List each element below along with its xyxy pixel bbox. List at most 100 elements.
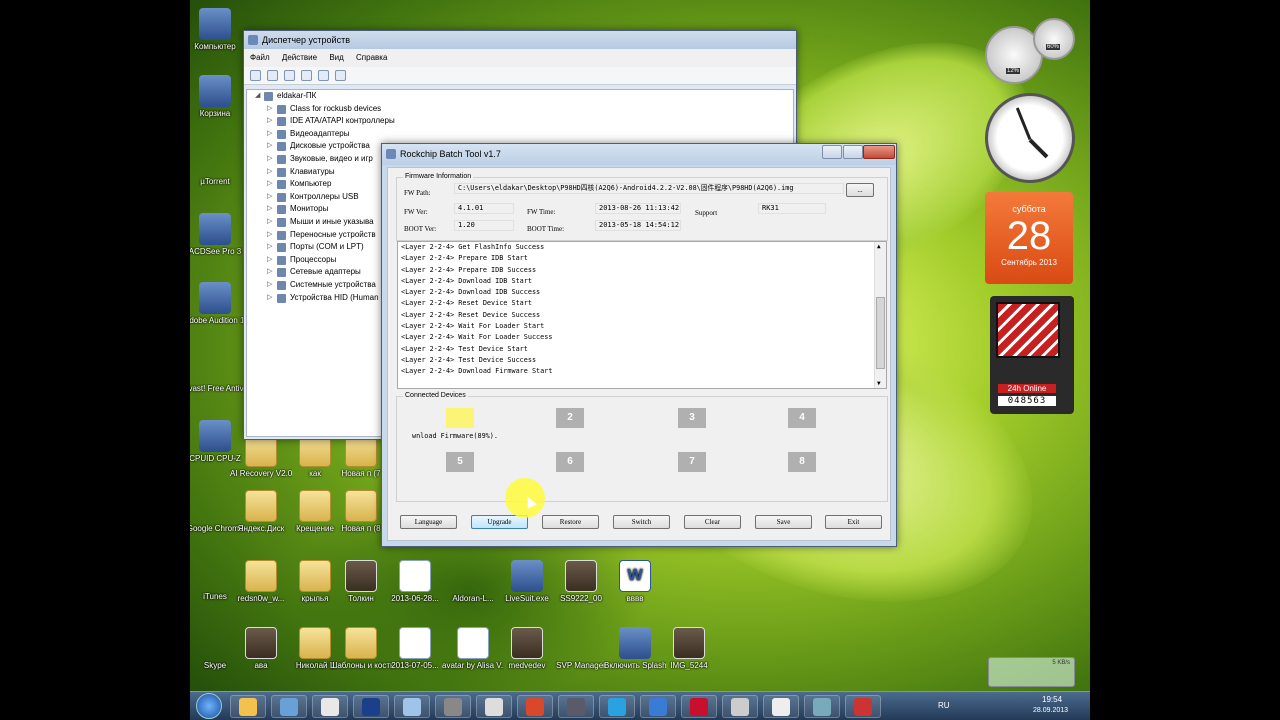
expand-icon[interactable]: ▷ <box>267 241 272 254</box>
desktop-icon[interactable]: вввв <box>604 560 666 604</box>
expand-icon[interactable]: ▷ <box>267 216 272 229</box>
start-button[interactable] <box>196 693 222 719</box>
tree-item[interactable]: ▷ Видеоадаптеры <box>247 128 793 141</box>
desktop-icon[interactable]: 2013-07-05... <box>384 627 446 671</box>
exit-button[interactable]: Exit <box>825 515 882 529</box>
language-indicator[interactable]: RU <box>938 701 950 710</box>
taskbar-time[interactable]: 19:54 <box>1042 695 1062 704</box>
taskbar-remote-button[interactable] <box>845 695 881 718</box>
desktop-icon[interactable]: avast! Free Antivirus <box>190 350 246 394</box>
expand-icon[interactable]: ▷ <box>267 229 272 242</box>
taskbar-glass-button[interactable] <box>394 695 430 718</box>
device-slot-3[interactable]: 3 <box>678 408 706 428</box>
desktop-icon[interactable]: ава <box>230 627 292 671</box>
clock-gadget[interactable] <box>985 93 1075 183</box>
scan-hardware-icon[interactable] <box>318 70 329 81</box>
desktop-icon[interactable]: Компьютер <box>190 8 246 52</box>
cpu-meter-gadget[interactable]: 12% 60% <box>985 18 1085 84</box>
rockchip-window[interactable]: Rockchip Batch Tool v1.7 Firmware Inform… <box>381 143 897 547</box>
expand-icon[interactable]: ▷ <box>267 266 272 279</box>
expand-icon[interactable]: ▷ <box>267 128 272 141</box>
device-slot-6[interactable]: 6 <box>556 452 584 472</box>
device-slot-8[interactable]: 8 <box>788 452 816 472</box>
taskbar-device-manager-button[interactable] <box>722 695 758 718</box>
desktop-icon[interactable]: µTorrent <box>190 143 246 187</box>
desktop-icon[interactable]: 2013-06-28... <box>384 560 446 604</box>
clear-button[interactable]: Clear <box>684 515 741 529</box>
maximize-button[interactable] <box>843 145 863 159</box>
minimize-button[interactable] <box>822 145 842 159</box>
close-button[interactable] <box>863 145 895 159</box>
desktop-icon[interactable]: Корзина <box>190 75 246 119</box>
tree-root[interactable]: ◢ eldakar-ПК <box>247 90 793 103</box>
taskbar-media-player-button[interactable] <box>558 695 594 718</box>
log-scroll-thumb[interactable] <box>876 297 885 369</box>
menu-action[interactable]: Действие <box>282 53 317 62</box>
calendar-gadget[interactable]: суббота 28 Сентябрь 2013 <box>985 192 1073 284</box>
forward-icon[interactable] <box>267 70 278 81</box>
device-slot-5[interactable]: 5 <box>446 452 474 472</box>
desktop-icon[interactable]: Включить Splashto... <box>604 627 666 671</box>
expand-icon[interactable]: ▷ <box>267 254 272 267</box>
desktop-icon[interactable]: AI Recovery V2.0.8.20 SP <box>230 435 292 479</box>
language-button[interactable]: Language <box>400 515 457 529</box>
scroll-up-icon[interactable]: ▲ <box>877 243 881 250</box>
expand-icon[interactable]: ▷ <box>267 140 272 153</box>
save-button[interactable]: Save <box>755 515 812 529</box>
properties-icon[interactable] <box>284 70 295 81</box>
log-box[interactable]: <Layer 2-2-4> Get FlashInfo Success <Laye… <box>397 241 887 389</box>
scroll-down-icon[interactable]: ▼ <box>877 380 881 387</box>
switch-button[interactable]: Switch <box>613 515 670 529</box>
desktop-icon[interactable]: redsn0w_w... <box>230 560 292 604</box>
desktop-icon[interactable]: medvedev <box>496 627 558 671</box>
online-counter-gadget[interactable]: 24h Online 048563 <box>990 296 1074 414</box>
taskbar-rockchip-button[interactable] <box>681 695 717 718</box>
rockchip-titlebar[interactable]: Rockchip Batch Tool v1.7 <box>382 144 896 165</box>
expand-icon[interactable]: ▷ <box>267 115 272 128</box>
log-scrollbar[interactable]: ▲ ▼ <box>874 242 886 388</box>
desktop-icon[interactable]: SS9222_00 <box>550 560 612 604</box>
taskbar-notepad-button[interactable] <box>312 695 348 718</box>
taskbar-date[interactable]: 28.09.2013 <box>1033 707 1068 714</box>
device-slot-7[interactable]: 7 <box>678 452 706 472</box>
desktop-icon[interactable]: IMG_5244 <box>658 627 720 671</box>
help-icon[interactable] <box>301 70 312 81</box>
desktop-icon[interactable]: Adobe Audition 1.5 <box>190 282 246 326</box>
expand-icon[interactable]: ▷ <box>267 103 272 116</box>
taskbar-paint-button[interactable] <box>476 695 512 718</box>
desktop-icon[interactable]: Яндекс.Диск <box>230 490 292 534</box>
desktop-icon[interactable]: ACDSee Pro 3 <box>190 213 246 257</box>
desktop-icon[interactable]: SVP Manager <box>550 627 612 671</box>
display-icon[interactable] <box>335 70 346 81</box>
device-slot-2[interactable]: 2 <box>556 408 584 428</box>
device-slot-1[interactable]: 1 <box>446 408 474 428</box>
taskbar-chrome-button[interactable] <box>517 695 553 718</box>
taskbar-skype-button[interactable] <box>599 695 635 718</box>
desktop-icon[interactable]: Толкин <box>330 560 392 604</box>
expand-icon[interactable]: ▷ <box>267 203 272 216</box>
desktop-icon[interactable]: Aldoran-L... <box>442 560 504 604</box>
taskbar-pen-button[interactable] <box>435 695 471 718</box>
taskbar-explorer-button[interactable] <box>230 695 266 718</box>
expand-icon[interactable]: ▷ <box>267 166 272 179</box>
menu-file[interactable]: Файл <box>250 53 270 62</box>
expand-icon[interactable]: ▷ <box>267 292 272 305</box>
restore-button[interactable]: Restore <box>542 515 599 529</box>
desktop-icon[interactable]: LiveSuit.exe <box>496 560 558 604</box>
taskbar-monitor-button[interactable] <box>804 695 840 718</box>
device-slot-4[interactable]: 4 <box>788 408 816 428</box>
tree-item[interactable]: ▷ Class for rockusb devices <box>247 103 793 116</box>
desktop-icon[interactable]: Шаблоны и костюмы <box>330 627 392 671</box>
taskbar-explorer-window-button[interactable] <box>763 695 799 718</box>
menu-view[interactable]: Вид <box>329 53 343 62</box>
taskbar-network-button[interactable] <box>640 695 676 718</box>
network-meter-gadget[interactable]: 5 KB/s <box>988 657 1075 687</box>
expand-icon[interactable]: ▷ <box>267 153 272 166</box>
back-icon[interactable] <box>250 70 261 81</box>
taskbar-media-button[interactable] <box>271 695 307 718</box>
tree-item[interactable]: ▷ IDE ATA/ATAPI контроллеры <box>247 115 793 128</box>
menu-help[interactable]: Справка <box>356 53 387 62</box>
browse-button[interactable]: ... <box>846 183 874 197</box>
expand-icon[interactable]: ▷ <box>267 279 272 292</box>
device-manager-titlebar[interactable]: Диспетчер устройств <box>244 31 796 49</box>
